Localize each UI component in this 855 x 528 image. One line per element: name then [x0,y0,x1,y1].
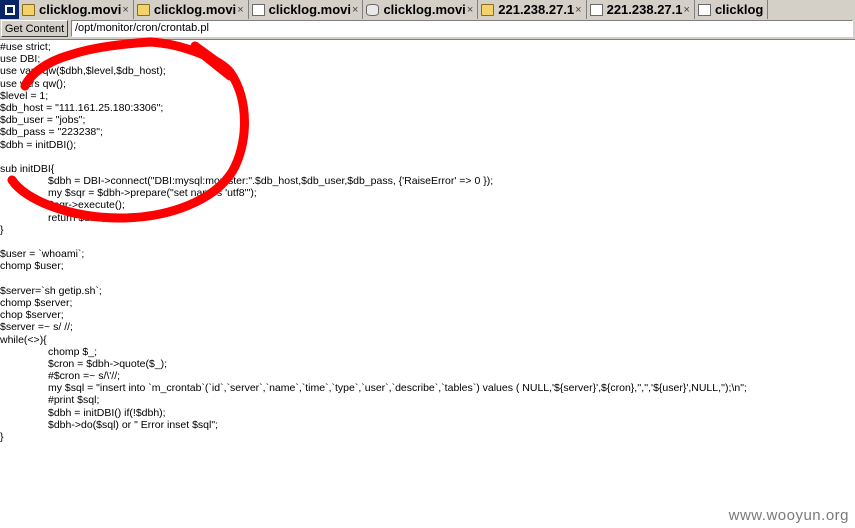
code-line: $server =~ s/ //; [0,321,73,334]
code-line: $db_user = "jobs"; [0,114,86,127]
code-line: my $sqr = $dbh->prepare("set names 'utf8… [48,187,257,200]
code-line: chomp $user; [0,260,64,273]
code-line: $user = `whoami`; [0,248,85,261]
code-line: $dbh = DBI->connect("DBI:mysql:monister:… [48,175,494,188]
file-content: #use strict; use DBI; use vars qw($dbh,$le… [0,41,855,443]
code-line: $server=`sh getip.sh`; [0,284,102,297]
tab-label: clicklog.movi [383,2,466,17]
code-line: $dbh = initDBI(); [0,138,77,151]
code-line: $cron = $dbh->quote($_); [48,357,168,370]
code-line: #print $sql; [48,394,100,407]
watermark: www.wooyun.org [728,507,849,524]
close-tab-icon[interactable]: × [684,4,690,16]
tab-2[interactable]: clicklog.movi × [133,0,249,19]
code-line: chomp $_; [48,345,98,358]
get-content-button[interactable]: Get Content [1,20,68,37]
tab-1[interactable]: clicklog.movi × [19,0,134,19]
close-tab-icon[interactable]: × [237,4,243,16]
tab-5[interactable]: 221.238.27.1 × [478,0,587,19]
page-icon [697,3,711,16]
tab-4[interactable]: clicklog.movi × [363,0,479,19]
code-line: use vars qw(); [0,77,66,90]
code-line: $db_host = "111.161.25.180:3306"; [0,101,164,114]
code-line: chop $server; [0,309,64,322]
code-line: #use strict; [0,41,51,53]
tab-label: 221.238.27.1 [498,2,575,17]
database-icon [366,3,380,16]
folder-icon [22,3,35,16]
tab-bar: clicklog.movi × clicklog.movi × clicklog.mov… [0,0,855,20]
page-icon [251,3,265,16]
code-line: use DBI; [0,53,41,66]
path-input[interactable]: /opt/monitor/cron/crontab.pl [71,20,853,37]
window-menu-icon[interactable] [0,0,19,19]
page-icon [589,3,603,16]
code-line: #$cron =~ s/\'//; [48,370,121,383]
tab-label: 221.238.27.1 [606,2,683,17]
code-line: use vars qw($dbh,$level,$db_host); [0,65,166,78]
toolbar: Get Content /opt/monitor/cron/crontab.pl [0,19,855,40]
tab-label: clicklog.movi [153,2,237,17]
code-line: my $sql = "insert into `m_crontab`(`id`,… [48,382,747,395]
code-line: } [0,223,4,236]
tab-label: clicklog [714,2,764,17]
code-line: $db_pass = "223238"; [0,126,103,139]
code-line: $level = 1; [0,89,49,102]
code-line: while(<>){ [0,333,47,346]
code-line: chomp $server; [0,296,73,309]
tab-3[interactable]: clicklog.movi × [248,0,364,19]
tab-label: clicklog.movi [268,2,351,17]
close-tab-icon[interactable]: × [122,4,128,16]
close-tab-icon[interactable]: × [467,4,473,16]
code-line: $sqr->execute(); [48,199,125,212]
tab-6[interactable]: 221.238.27.1 × [586,0,695,19]
code-line: return $dbh; [48,211,105,224]
tab-7[interactable]: clicklog [694,0,769,19]
tab-label: clicklog.movi [39,2,122,17]
close-tab-icon[interactable]: × [352,4,358,16]
folder-icon [136,3,150,16]
code-line: $dbh->do($sql) or " Error inset $sql"; [48,418,218,431]
code-line: $dbh = initDBI() if(!$dbh); [48,406,166,419]
code-line: sub initDBI{ [0,162,55,175]
folder-icon [481,3,495,16]
close-tab-icon[interactable]: × [575,4,581,16]
code-line: } [0,431,4,443]
